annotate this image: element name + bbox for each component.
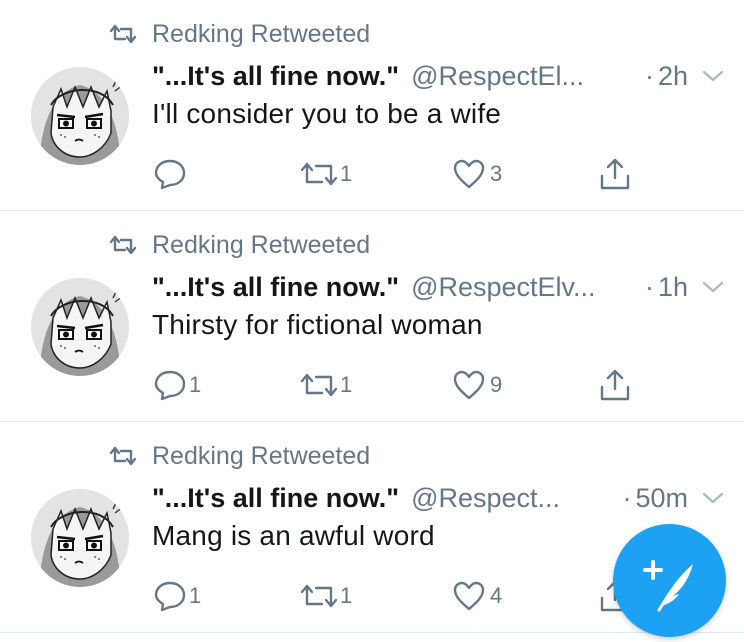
reply-icon (154, 370, 186, 401)
retweeted-by-label: Redking Retweeted (152, 230, 371, 259)
tweet-header: "...It's all fine now." @Respect... · 50… (152, 480, 724, 516)
retweeted-by-label: Redking Retweeted (152, 19, 371, 48)
reply-button[interactable] (153, 152, 189, 196)
tweet-header: "...It's all fine now." @RespectElv... ·… (152, 269, 724, 305)
retweet-count: 1 (340, 583, 353, 608)
timestamp: 1h (657, 271, 688, 302)
reply-count: 1 (189, 583, 202, 608)
retweet-icon (300, 373, 338, 397)
avatar[interactable] (31, 67, 129, 165)
avatar[interactable] (31, 489, 129, 587)
user-handle[interactable]: @RespectEl... (411, 61, 584, 92)
user-handle[interactable]: @Respect... (411, 483, 560, 514)
retweet-count: 1 (340, 372, 353, 397)
retweet-button[interactable]: 1 (298, 363, 352, 407)
tweet[interactable]: Redking Retweeted "...It's all fine now.… (0, 211, 744, 422)
reply-button[interactable]: 1 (153, 363, 201, 407)
share-button[interactable] (598, 363, 632, 407)
compose-tweet-icon (643, 560, 693, 612)
user-handle[interactable]: @RespectElv... (411, 272, 595, 303)
reply-count: 1 (189, 372, 202, 397)
like-button[interactable]: 9 (452, 363, 502, 407)
chevron-down-icon[interactable] (702, 69, 724, 83)
chevron-down-icon[interactable] (702, 280, 724, 294)
separator-dot: · (622, 482, 632, 513)
like-button[interactable]: 3 (452, 152, 502, 196)
retweet-context: Redking Retweeted (108, 440, 370, 472)
share-icon (600, 369, 630, 401)
separator-dot: · (644, 271, 654, 302)
display-name[interactable]: "...It's all fine now." (152, 272, 399, 303)
retweet-context: Redking Retweeted (108, 18, 370, 50)
tweet-text: I'll consider you to be a wife (152, 98, 502, 129)
retweeted-by-label: Redking Retweeted (152, 441, 371, 470)
retweet-context: Redking Retweeted (108, 229, 370, 261)
compose-tweet-button[interactable] (613, 524, 726, 637)
tweet-actions: 1 3 (0, 152, 744, 196)
reply-button[interactable]: 1 (153, 574, 201, 618)
share-icon (600, 158, 630, 190)
tweet-text: Thirsty for fictional woman (152, 309, 483, 340)
retweet-icon (300, 584, 338, 608)
separator-dot: · (644, 60, 654, 91)
like-count: 3 (490, 161, 503, 186)
display-name[interactable]: "...It's all fine now." (152, 61, 399, 92)
like-count: 4 (490, 583, 503, 608)
share-button[interactable] (598, 152, 632, 196)
retweet-button[interactable]: 1 (298, 152, 352, 196)
retweet-icon (109, 235, 137, 255)
tweet[interactable]: Redking Retweeted "...It's all fine now.… (0, 0, 744, 211)
heart-icon (453, 581, 485, 611)
timestamp: 2h (657, 60, 688, 91)
retweet-icon (109, 24, 137, 44)
timestamp: 50m (635, 482, 688, 513)
like-button[interactable]: 4 (452, 574, 502, 618)
retweet-icon (300, 162, 338, 186)
tweet-header: "...It's all fine now." @RespectEl... · … (152, 58, 724, 94)
avatar[interactable] (31, 278, 129, 376)
heart-icon (453, 159, 485, 189)
tweet-actions: 1 1 9 (0, 363, 744, 407)
retweet-count: 1 (340, 161, 353, 186)
retweet-icon (109, 446, 137, 466)
display-name[interactable]: "...It's all fine now." (152, 483, 399, 514)
reply-icon (154, 159, 186, 190)
reply-icon (154, 581, 186, 612)
heart-icon (453, 370, 485, 400)
tweet-text: Mang is an awful word (152, 520, 435, 551)
like-count: 9 (490, 372, 503, 397)
chevron-down-icon[interactable] (702, 491, 724, 505)
retweet-button[interactable]: 1 (298, 574, 352, 618)
